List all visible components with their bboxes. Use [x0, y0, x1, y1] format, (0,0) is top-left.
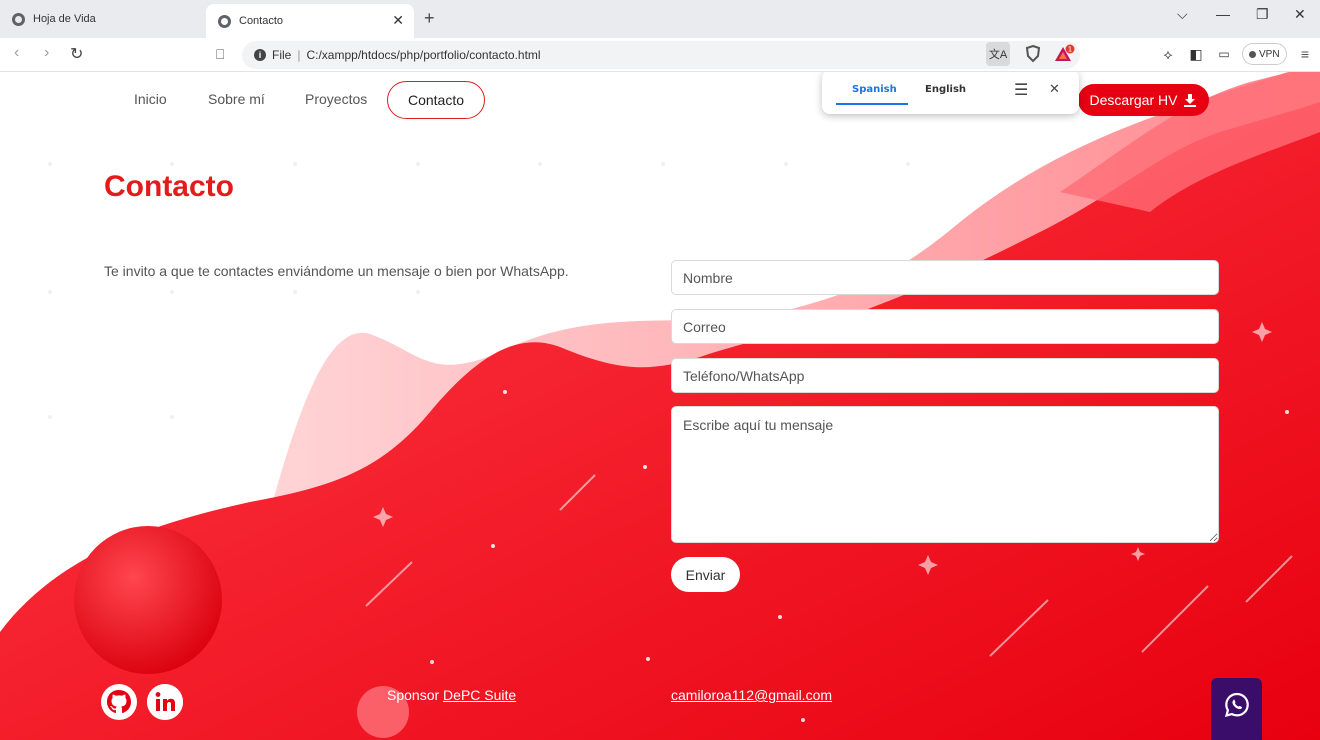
- nav-inicio[interactable]: Inicio: [134, 91, 167, 107]
- address-bar[interactable]: i File | C:/xampp/htdocs/php/portfolio/c…: [242, 41, 1080, 69]
- sponsor-prefix: Sponsor: [387, 687, 440, 703]
- translate-close-icon[interactable]: ✕: [1049, 82, 1060, 97]
- translate-active-indicator: [836, 103, 908, 105]
- site-nav: Inicio Sobre mí Proyectos Contacto Desca…: [0, 72, 1320, 128]
- close-tab-icon[interactable]: ✕: [392, 12, 404, 29]
- translate-source-tab[interactable]: Spanish: [852, 84, 897, 95]
- sponsor-link[interactable]: DePC Suite: [443, 687, 516, 703]
- browser-tab-strip: Hoja de Vida Contacto ✕ + ⌵ — ❐ ✕: [0, 0, 1320, 38]
- download-cv-button[interactable]: Descargar HV: [1078, 84, 1209, 116]
- send-button[interactable]: Enviar: [671, 557, 740, 592]
- forward-button[interactable]: ›: [44, 44, 49, 62]
- page-title: Contacto: [104, 170, 234, 203]
- address-separator: |: [297, 48, 301, 62]
- page: Inicio Sobre mí Proyectos Contacto Desca…: [0, 72, 1320, 740]
- wallet-icon[interactable]: ▭: [1214, 42, 1234, 66]
- translate-target-tab[interactable]: English: [925, 84, 966, 95]
- translate-menu-icon[interactable]: ☰: [1014, 80, 1028, 99]
- sponsor-text: Sponsor DePC Suite: [387, 687, 516, 703]
- nav-sobre-mi[interactable]: Sobre mí: [208, 91, 265, 107]
- vpn-label: VPN: [1259, 48, 1280, 60]
- phone-field[interactable]: [671, 358, 1219, 393]
- tab-hoja-de-vida[interactable]: Hoja de Vida: [12, 4, 202, 34]
- name-field[interactable]: [671, 260, 1219, 295]
- tab-contacto[interactable]: Contacto ✕: [206, 4, 414, 38]
- linkedin-icon: [147, 684, 183, 720]
- bookmark-icon[interactable]: ⎕: [216, 46, 224, 63]
- reload-button[interactable]: ↻: [70, 44, 83, 64]
- github-icon: [107, 690, 131, 713]
- minimize-button[interactable]: —: [1216, 6, 1230, 22]
- brave-shield-icon[interactable]: [1023, 42, 1043, 66]
- globe-icon: [12, 12, 25, 26]
- nav-contacto-label: Contacto: [407, 92, 465, 108]
- vpn-button[interactable]: VPN: [1242, 43, 1287, 65]
- menu-icon[interactable]: ≡: [1296, 42, 1314, 66]
- vpn-status-icon: [1249, 50, 1256, 58]
- back-button[interactable]: ‹: [14, 44, 19, 62]
- translate-icon[interactable]: 文A: [986, 42, 1010, 66]
- address-scheme: File: [272, 48, 292, 62]
- email-field[interactable]: [671, 309, 1219, 344]
- extensions-icon[interactable]: ⟡: [1158, 42, 1178, 66]
- contact-intro-text: Te invito a que te contactes enviándome …: [104, 263, 569, 279]
- new-tab-button[interactable]: +: [424, 8, 435, 29]
- sidebar-icon[interactable]: ◧: [1186, 42, 1206, 66]
- linkedin-link[interactable]: [147, 684, 183, 720]
- download-cv-label: Descargar HV: [1089, 92, 1178, 108]
- tab-search-chevron-icon[interactable]: ⌵: [1177, 6, 1188, 23]
- whatsapp-button[interactable]: [1211, 678, 1262, 740]
- brave-rewards-icon[interactable]: 1: [1052, 42, 1078, 66]
- address-url: C:/xampp/htdocs/php/portfolio/contacto.h…: [306, 48, 541, 62]
- site-info-icon[interactable]: i: [254, 49, 266, 61]
- browser-toolbar: ‹ › ↻ ⎕ i File | C:/xampp/htdocs/php/por…: [0, 38, 1320, 72]
- github-link[interactable]: [101, 684, 137, 720]
- tab-label: Contacto: [239, 15, 284, 27]
- nav-proyectos[interactable]: Proyectos: [305, 91, 367, 107]
- message-field[interactable]: [671, 406, 1219, 543]
- whatsapp-icon: [1224, 692, 1249, 718]
- translate-popup: Spanish English ☰ ✕: [822, 72, 1079, 114]
- download-icon: [1184, 94, 1197, 107]
- footer-email: camiloroa112@gmail.com: [671, 687, 832, 703]
- rewards-badge: 1: [1068, 46, 1072, 54]
- globe-icon: [218, 14, 231, 28]
- nav-contacto[interactable]: Contacto: [387, 81, 485, 119]
- tab-label: Hoja de Vida: [33, 13, 96, 25]
- email-link[interactable]: camiloroa112@gmail.com: [671, 687, 832, 703]
- close-window-button[interactable]: ✕: [1294, 6, 1306, 23]
- restore-button[interactable]: ❐: [1256, 6, 1269, 23]
